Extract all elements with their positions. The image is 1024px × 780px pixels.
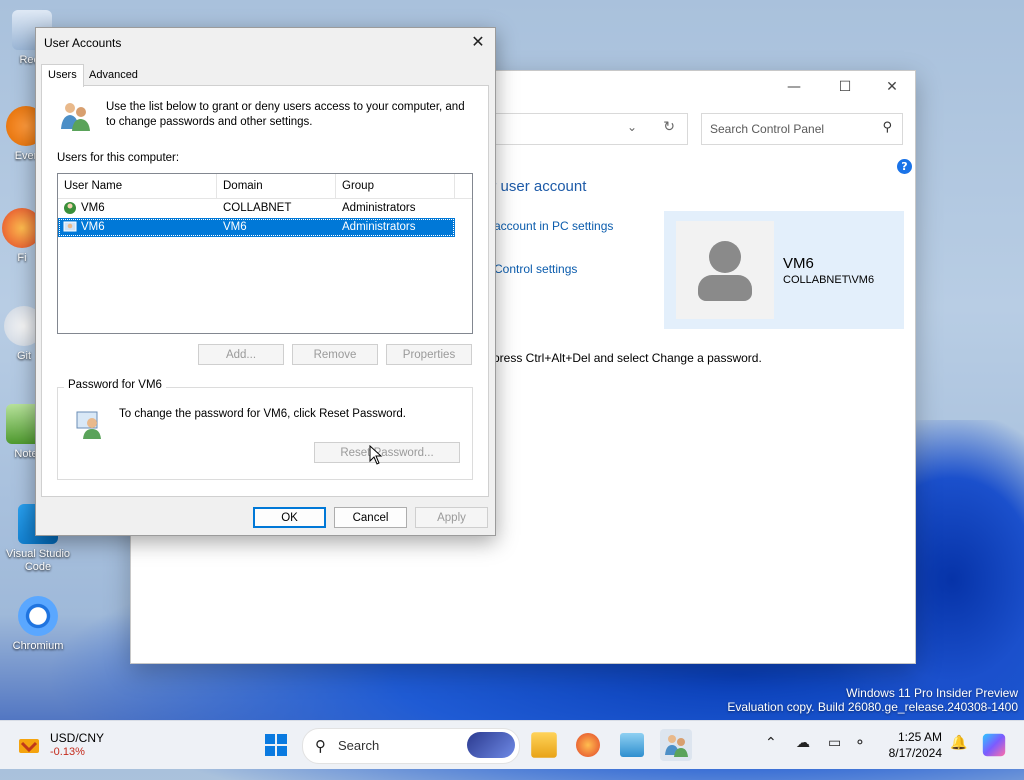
search-icon[interactable]: ⚲ [882,120,892,135]
mouse-cursor-icon [369,445,383,465]
cell-group: Administrators [342,202,416,214]
password-group: To change the password for VM6, click Re… [57,387,473,480]
tab-advanced[interactable]: Advanced [83,65,144,85]
local-user-icon [63,221,77,232]
user-card: VM6 COLLABNET\VM6 [664,211,904,329]
network-icon[interactable]: ⚬ [854,735,866,751]
taskbar-search-label: Search [338,738,380,753]
password-group-title: Password for VM6 [64,379,166,391]
column-header-domain[interactable]: Domain [217,174,336,198]
cancel-button[interactable]: Cancel [334,507,407,528]
search-box[interactable]: Search Control Panel ⚲ [701,113,903,145]
add-button[interactable]: Add... [198,344,284,365]
taskbar: USD/CNY -0.13% ⚲ Search ⌃ ☁ ▭ ⚬ 1:25 AM … [0,720,1024,769]
firefox-taskbar-icon[interactable] [576,733,600,757]
address-bar[interactable]: ⌄ ↻ [491,113,688,145]
user-domain: COLLABNET\VM6 [783,274,875,286]
link-account-settings[interactable]: account in PC settings [494,219,613,233]
avatar-head-icon [709,241,741,273]
refresh-icon[interactable]: ↻ [663,119,675,135]
stock-trend-icon [19,739,39,753]
user-accounts-dialog[interactable]: User Accounts ✕ Users Advanced Use the l… [35,27,496,536]
evaluation-watermark: Windows 11 Pro Insider Preview Evaluatio… [727,686,1018,714]
column-header-group[interactable]: Group [336,174,455,198]
dialog-title: User Accounts [44,36,122,50]
stock-widget[interactable]: USD/CNY -0.13% [16,729,126,761]
close-button[interactable]: ✕ [881,77,903,97]
intro-text: Use the list below to grant or deny user… [106,101,465,128]
desktop-icon-chromium[interactable]: Chromium [6,596,70,653]
windows-logo-icon [265,734,287,756]
close-icon[interactable]: ✕ [467,32,489,52]
control-panel-taskbar-icon[interactable] [620,733,644,757]
user-name: VM6 [783,255,814,272]
file-explorer-icon[interactable] [531,732,557,758]
table-row[interactable]: VM6 COLLABNET Administrators [58,199,455,218]
desktop-icon-label: Visual Studio Code [6,548,71,573]
avatar [676,221,774,319]
minimize-button[interactable]: — [783,77,805,97]
display-icon[interactable]: ▭ [828,735,841,751]
table-row-selected[interactable]: VM6 VM6 Administrators [58,218,455,237]
desktop-icon-label: Chromium [12,640,64,652]
users-icon [61,103,90,131]
cell-domain: COLLABNET [223,202,292,214]
taskbar-search[interactable]: ⚲ Search [302,728,520,764]
user-password-icon [76,411,101,439]
cloud-offline-icon[interactable]: ☁ [796,735,810,751]
reset-password-button[interactable]: Reset Password... [314,442,460,463]
tab-users[interactable]: Users [41,64,84,87]
avatar-body-icon [698,275,752,301]
search-input[interactable]: Search Control Panel [710,122,824,136]
clock[interactable]: 1:25 AM 8/17/2024 [880,729,942,761]
apply-button[interactable]: Apply [415,507,488,528]
chromium-icon [18,596,58,636]
password-text: To change the password for VM6, click Re… [119,408,406,420]
clock-date: 8/17/2024 [888,746,942,760]
copilot-icon[interactable] [982,733,1006,757]
cell-group: Administrators [342,221,416,233]
users-list[interactable]: User Name Domain Group VM6 COLLABNET Adm… [57,173,473,334]
widget-title: USD/CNY [50,731,105,745]
user-accounts-taskbar-icon[interactable] [660,729,692,761]
cell-domain: VM6 [223,221,247,233]
watermark-line2: Evaluation copy. Build 26080.ge_release.… [727,700,1018,714]
domain-user-icon [64,202,76,214]
start-button[interactable] [260,729,292,761]
password-hint: press Ctrl+Alt+Del and select Change a p… [493,351,762,365]
list-header: User Name Domain Group [58,174,472,199]
search-icon: ⚲ [315,737,326,755]
users-small-icon [665,735,688,757]
users-list-label: Users for this computer: [57,152,180,164]
cell-user-name: VM6 [81,202,105,214]
clock-time: 1:25 AM [897,730,942,744]
remove-button[interactable]: Remove [292,344,378,365]
watermark-line1: Windows 11 Pro Insider Preview [846,686,1018,700]
ok-button[interactable]: OK [253,507,326,528]
page-title: ur user account [483,178,587,195]
chevron-up-icon[interactable]: ⌃ [765,735,777,751]
notification-bell-icon[interactable]: 🔔 [950,735,967,751]
widget-value: -0.13% [50,746,85,758]
column-header-user-name[interactable]: User Name [58,174,217,198]
properties-button[interactable]: Properties [386,344,472,365]
users-tab-panel: Use the list below to grant or deny user… [41,85,489,497]
maximize-button[interactable]: ☐ [834,77,856,97]
search-highlight-icon [467,732,515,758]
cell-user-name: VM6 [81,221,105,233]
link-uac-settings[interactable]: Control settings [494,262,577,276]
help-icon[interactable]: ? [897,159,912,174]
chevron-down-icon[interactable]: ⌄ [627,120,637,134]
